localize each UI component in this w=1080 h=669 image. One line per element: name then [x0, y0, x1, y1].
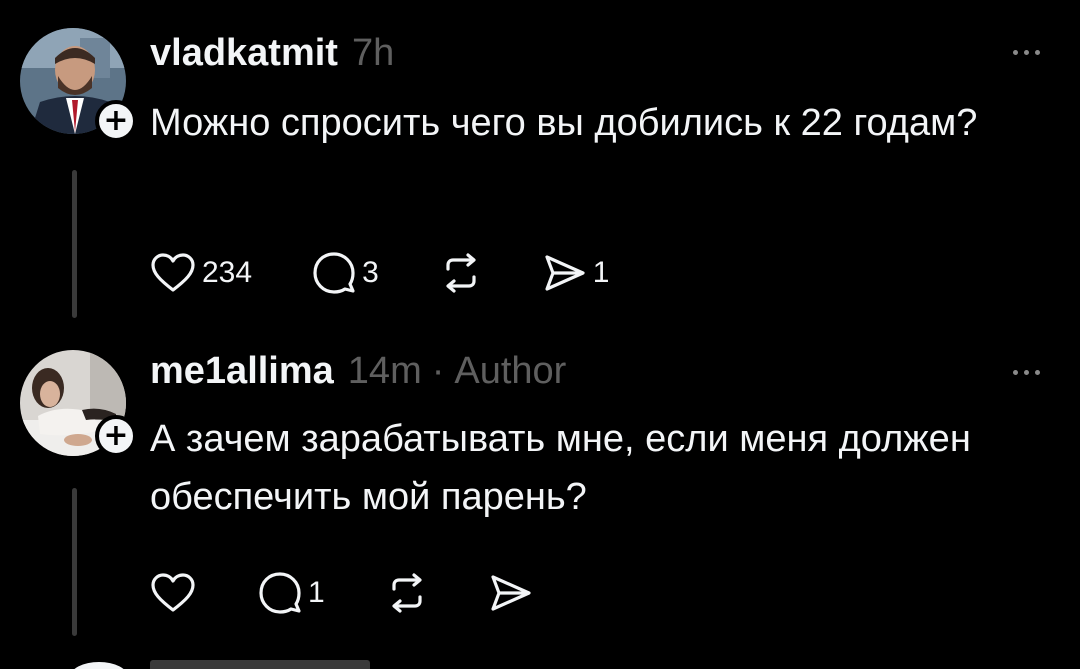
share-count: 1: [592, 256, 610, 289]
repost-button[interactable]: [439, 253, 483, 293]
more-options-icon[interactable]: [1013, 42, 1040, 62]
reply-button[interactable]: 1: [258, 571, 325, 615]
action-bar: 234 3 1: [150, 248, 609, 298]
timestamp: 14m: [347, 350, 422, 392]
follow-plus-button[interactable]: +: [95, 415, 137, 457]
reply-button[interactable]: 3: [312, 251, 379, 295]
thread-line: [72, 170, 77, 318]
share-button[interactable]: 1: [543, 253, 610, 293]
share-button[interactable]: [489, 573, 533, 613]
thread-post: + vladkatmit 7h Можно спросить чего вы д…: [0, 0, 1080, 330]
follow-plus-button[interactable]: +: [95, 100, 137, 142]
avatar[interactable]: [70, 662, 128, 669]
repost-icon: [392, 573, 422, 613]
username-placeholder: [150, 660, 370, 669]
repost-button[interactable]: [385, 573, 429, 613]
username[interactable]: me1allima: [150, 350, 334, 393]
post-header: vladkatmit 7h: [150, 32, 394, 75]
post-text: А зачем зарабатывать мне, если меня долж…: [150, 418, 971, 518]
separator-dot: ·: [431, 350, 445, 392]
username[interactable]: vladkatmit: [150, 32, 338, 75]
send-icon: [545, 255, 585, 291]
post-header: me1allima 14m · Author: [150, 350, 566, 393]
repost-icon: [446, 253, 476, 293]
like-button[interactable]: 234: [150, 252, 252, 294]
author-label: Author: [454, 350, 567, 392]
heart-icon: [151, 573, 195, 612]
thread-line: [72, 488, 77, 636]
thread-post: + me1allima 14m · Author А зачем зарабат…: [0, 330, 1080, 645]
like-button[interactable]: [150, 572, 196, 614]
timestamp: 7h: [351, 32, 395, 74]
send-icon: [491, 575, 531, 611]
next-post-preview: [20, 658, 1060, 669]
more-options-icon[interactable]: [1013, 362, 1040, 382]
heart-icon: [151, 253, 195, 292]
like-count: 234: [202, 256, 253, 289]
comment-icon: [259, 572, 301, 614]
reply-count: 1: [308, 576, 325, 609]
comment-icon: [313, 252, 355, 294]
action-bar: 1: [150, 568, 533, 618]
post-text: Можно спросить чего вы добились к 22 год…: [150, 102, 978, 144]
reply-count: 3: [362, 256, 379, 289]
